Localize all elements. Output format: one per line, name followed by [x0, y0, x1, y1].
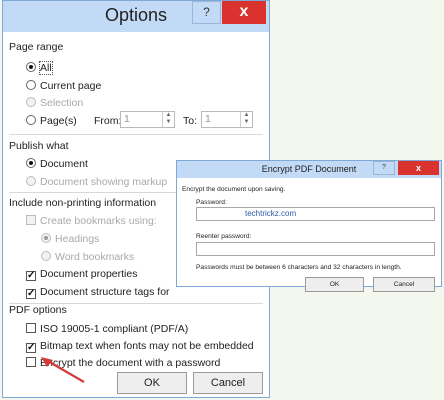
password-field[interactable]: techtrickz.com [196, 207, 435, 221]
close-button[interactable]: x [222, 1, 266, 24]
iso-label: ISO 19005-1 compliant (PDF/A) [40, 323, 189, 335]
radio-document-indicator[interactable] [26, 158, 36, 168]
radio-word-bookmarks-indicator [41, 251, 51, 261]
from-value: 1 [124, 113, 130, 125]
encrypt-help-button[interactable]: ? [373, 161, 395, 175]
radio-document-markup-label: Document showing markup [40, 176, 168, 188]
radio-word-bookmarks: Word bookmarks [41, 251, 134, 263]
page-range-header: Page range [9, 41, 64, 53]
radio-document-markup-indicator [26, 176, 36, 186]
encrypt-cancel-button[interactable]: Cancel [373, 277, 435, 292]
from-spinner[interactable]: 1 ▲ ▼ [120, 111, 175, 128]
radio-current-page-label: Current page [40, 80, 102, 92]
to-label: To: [183, 115, 198, 127]
password-value: techtrickz.com [245, 209, 297, 218]
encrypt-pdf-dialog: Encrypt PDF Document ? x Encrypt the doc… [176, 160, 442, 292]
password-length-note: Passwords must be between 6 characters a… [196, 264, 402, 271]
to-value: 1 [205, 113, 211, 125]
cancel-button[interactable]: Cancel [193, 372, 263, 394]
reenter-label: Reenter password: [196, 233, 252, 240]
checkbox-encrypt-box[interactable] [26, 357, 36, 367]
encrypt-ok-button[interactable]: OK [305, 277, 364, 292]
radio-selection-indicator [26, 97, 36, 107]
radio-pages-indicator[interactable] [26, 115, 36, 125]
radio-current-page[interactable]: Current page [26, 80, 101, 92]
radio-selection: Selection [26, 97, 83, 109]
radio-all-label: All [39, 61, 53, 75]
radio-document-label: Document [40, 158, 88, 170]
to-spinner[interactable]: 1 ▲ ▼ [201, 111, 253, 128]
checkbox-document-properties-box[interactable]: ✓ [26, 271, 36, 281]
pdf-options-header: PDF options [9, 304, 67, 316]
radio-selection-label: Selection [40, 97, 84, 109]
encrypt-close-button[interactable]: x [398, 161, 439, 175]
publish-what-header: Publish what [9, 140, 69, 152]
radio-document[interactable]: Document [26, 158, 88, 170]
checkbox-iso-box[interactable] [26, 323, 36, 333]
radio-headings: Headings [41, 233, 99, 245]
checkbox-create-bookmarks: Create bookmarks using: [26, 215, 157, 227]
radio-pages[interactable]: Page(s) [26, 115, 77, 127]
non-printing-header: Include non-printing information [9, 197, 157, 209]
radio-all[interactable]: All [26, 61, 53, 75]
red-arrow-icon [41, 357, 85, 383]
radio-current-page-indicator[interactable] [26, 80, 36, 90]
checkbox-document-properties[interactable]: ✓ Document properties [26, 268, 137, 281]
encrypt-intro-text: Encrypt the document upon saving. [182, 186, 286, 193]
checkbox-document-structure[interactable]: ✓ Document structure tags for [26, 286, 170, 299]
spinner-arrows-icon[interactable]: ▲ ▼ [162, 112, 174, 127]
checkbox-bitmap[interactable]: ✓ Bitmap text when fonts may not be embed… [26, 340, 254, 353]
document-structure-label: Document structure tags for [40, 286, 170, 298]
divider [9, 134, 263, 135]
help-button[interactable]: ? [192, 1, 221, 24]
radio-pages-label: Page(s) [40, 115, 77, 127]
spinner-arrows-icon[interactable]: ▲ ▼ [240, 112, 252, 127]
checkbox-bitmap-box[interactable]: ✓ [26, 343, 36, 353]
ok-button[interactable]: OK [117, 372, 187, 394]
document-properties-label: Document properties [40, 268, 138, 280]
bitmap-label: Bitmap text when fonts may not be embedd… [40, 340, 254, 352]
radio-headings-label: Headings [55, 233, 100, 245]
radio-document-markup: Document showing markup [26, 176, 167, 188]
radio-headings-indicator [41, 233, 51, 243]
checkbox-create-bookmarks-box [26, 215, 36, 225]
radio-word-bookmarks-label: Word bookmarks [55, 251, 135, 263]
checkbox-document-structure-box[interactable]: ✓ [26, 289, 36, 299]
reenter-password-field[interactable] [196, 242, 435, 256]
from-label: From: [94, 115, 122, 127]
checkbox-iso[interactable]: ISO 19005-1 compliant (PDF/A) [26, 323, 188, 335]
title-bar: Options ? x [3, 1, 269, 32]
create-bookmarks-label: Create bookmarks using: [40, 215, 157, 227]
radio-all-indicator[interactable] [26, 62, 36, 72]
password-label: Password: [196, 199, 227, 206]
